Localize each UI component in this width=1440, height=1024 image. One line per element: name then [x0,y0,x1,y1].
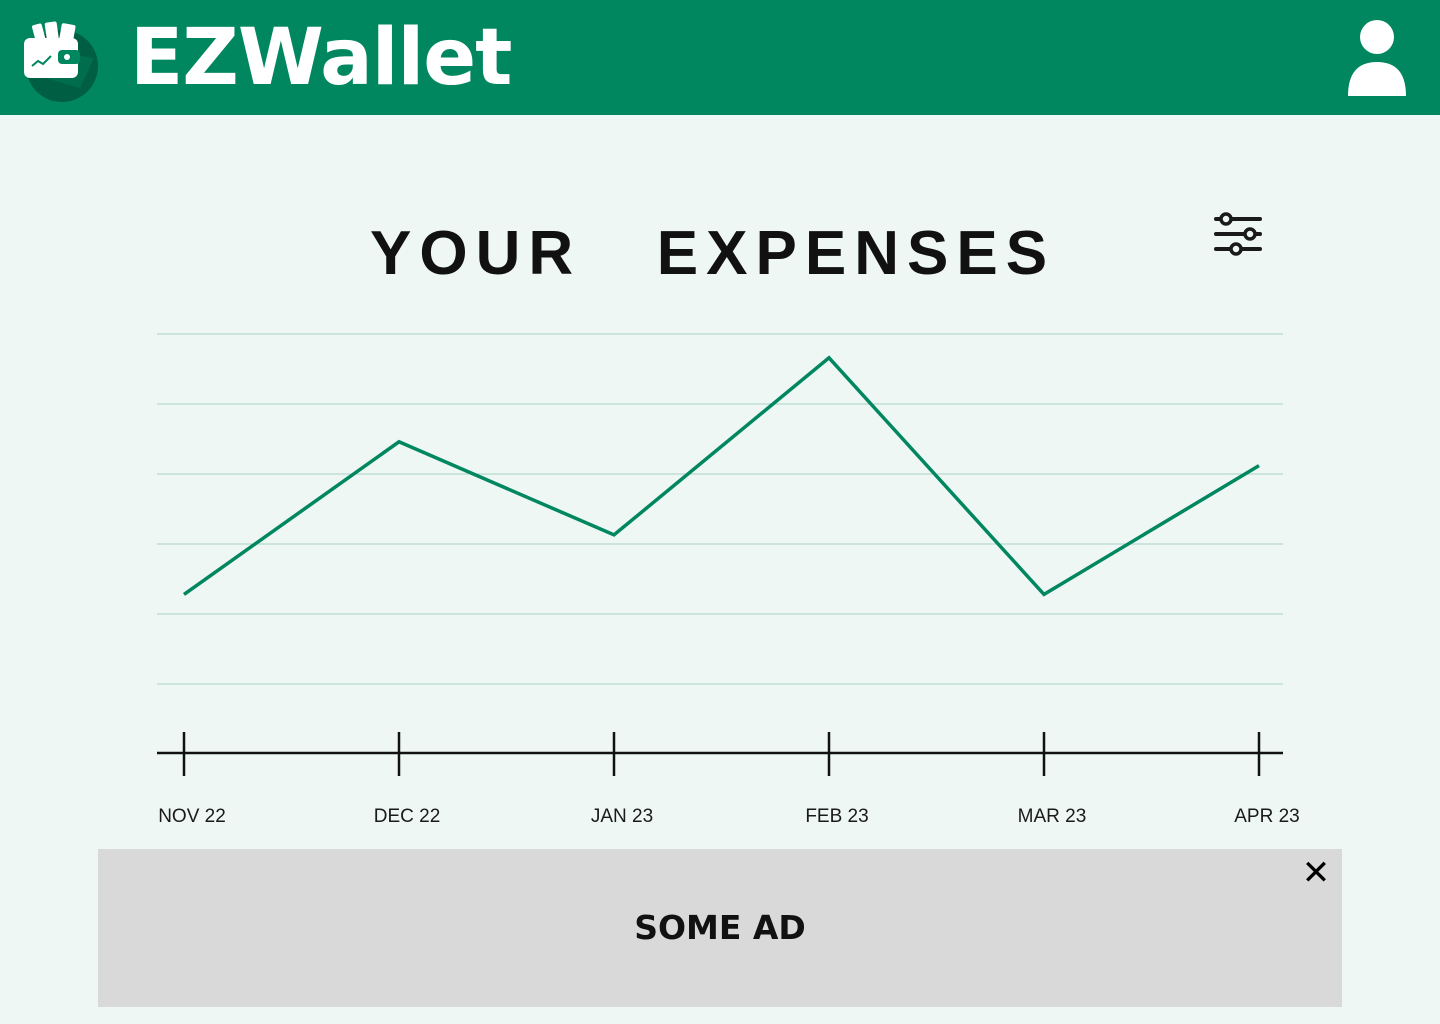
x-tick-label: DEC 22 [374,806,441,827]
x-tick-label: APR 23 [1234,806,1299,827]
expenses-chart: NOV 22 DEC 22 JAN 23 FEB 23 MAR 23 APR 23 [157,333,1300,827]
close-icon[interactable]: ✕ [1298,855,1334,891]
ad-label: SOME AD [634,908,806,947]
x-tick-label: FEB 23 [805,806,868,827]
x-tick-label: NOV 22 [158,806,226,827]
x-tick-label: MAR 23 [1018,806,1087,827]
ad-banner[interactable]: SOME AD ✕ [98,849,1342,1007]
x-tick-label: JAN 23 [591,806,653,827]
expense-series-line [182,355,1260,597]
